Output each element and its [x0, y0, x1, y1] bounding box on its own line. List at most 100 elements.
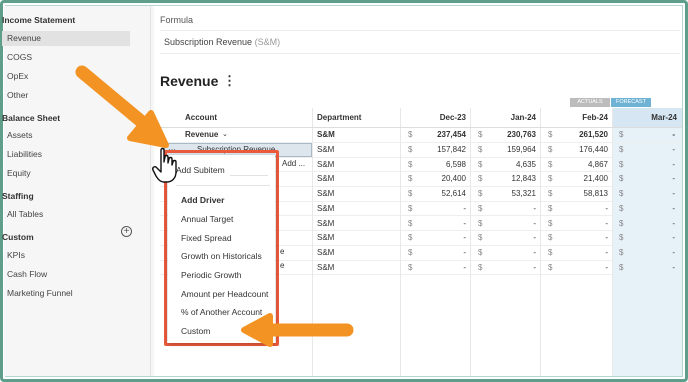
currency-sign: $	[408, 203, 413, 213]
row-mar-value: -	[672, 159, 675, 169]
sidebar-divider	[150, 6, 151, 376]
add-custom-plus-icon[interactable]: +	[121, 226, 132, 237]
menu-item-annual-target[interactable]: Annual Target	[181, 214, 233, 224]
currency-sign: $	[478, 247, 483, 257]
forecast-legend-badge: FORECAST	[611, 98, 651, 107]
menu-header-add-driver: Add Driver	[181, 195, 225, 205]
formula-label: Formula	[160, 15, 194, 25]
sidebar-item-cash-flow[interactable]: Cash Flow	[7, 269, 47, 279]
currency-sign: $	[619, 159, 624, 169]
account-revenue[interactable]: Revenue	[185, 128, 218, 142]
row-jan-value: -	[533, 203, 536, 213]
currency-sign: $	[478, 174, 483, 184]
row-department: S&M	[317, 262, 335, 272]
sidebar-item-assets[interactable]: Assets	[7, 130, 33, 140]
add-subitem-dropdown: Add Subitem Add Driver Annual Target Fix…	[168, 155, 275, 343]
sidebar-item-liabilities[interactable]: Liabilities	[7, 149, 42, 159]
sidebar-item-cogs[interactable]: COGS	[7, 52, 32, 62]
row-dec-value: 6,598	[445, 159, 466, 169]
currency-sign: $	[478, 189, 483, 199]
sidebar-item-equity[interactable]: Equity	[7, 168, 31, 178]
menu-item-fixed-spread[interactable]: Fixed Spread	[181, 233, 232, 243]
currency-sign: $	[478, 262, 483, 272]
row-department: S&M	[317, 159, 335, 169]
currency-sign: $	[548, 262, 553, 272]
currency-sign: $	[548, 218, 553, 228]
row-dec-value: -	[463, 247, 466, 257]
currency-sign: $	[619, 233, 624, 243]
currency-sign: $	[619, 247, 624, 257]
row-mar-value: -	[672, 189, 675, 199]
row-department: S&M	[317, 145, 335, 154]
row-mar-value: -	[672, 218, 675, 228]
menu-item-add-subitem[interactable]: Add Subitem	[176, 165, 225, 175]
sidebar-item-revenue[interactable]: Revenue	[2, 31, 130, 46]
currency-sign: $	[548, 174, 553, 184]
sidebar-item-all-tables[interactable]: All Tables	[7, 209, 43, 219]
menu-item-periodic-growth[interactable]: Periodic Growth	[181, 270, 241, 280]
row-dec-value: -	[463, 233, 466, 243]
currency-sign: $	[548, 145, 553, 154]
menu-item-growth-on-historicals[interactable]: Growth on Historicals	[181, 251, 262, 261]
row-feb-value: -	[605, 218, 608, 228]
currency-sign: $	[548, 189, 553, 199]
row-department: S&M	[317, 203, 335, 213]
column-separator	[540, 108, 541, 376]
row-mar-value: -	[672, 203, 675, 213]
row-dec-value: -	[463, 203, 466, 213]
row-dec-value: -	[463, 218, 466, 228]
row-mar-value: -	[672, 145, 675, 154]
row-department: S&M	[317, 247, 335, 257]
account-partial-label-3: e	[280, 261, 285, 270]
header-mar-24[interactable]: Mar-24	[613, 111, 677, 125]
sidebar-item-other[interactable]: Other	[7, 90, 28, 100]
sidebar-section-income-statement: Income Statement	[2, 15, 76, 25]
row-mar-value: -	[672, 262, 675, 272]
row-dec-value: 52,614	[441, 189, 466, 199]
row-department: S&M	[317, 218, 335, 228]
row-jan-value: -	[533, 247, 536, 257]
currency-sign: $	[619, 203, 624, 213]
kebab-menu-icon[interactable]: ⋮	[223, 73, 236, 89]
currency-sign: $	[478, 145, 483, 154]
revenue-dec: 237,454	[437, 130, 466, 139]
currency-sign: $	[619, 218, 624, 228]
revenue-mar: -	[672, 130, 675, 139]
menu-item-percent-of-another-account[interactable]: % of Another Account	[181, 307, 262, 317]
actuals-legend-badge: ACTUALS	[570, 98, 610, 107]
menu-item-custom[interactable]: Custom	[181, 326, 210, 336]
column-separator	[612, 108, 613, 376]
row-jan-value: -	[533, 262, 536, 272]
row-dec-value: -	[463, 262, 466, 272]
page-title: Revenue	[160, 73, 219, 89]
chevron-down-icon[interactable]: ⌄	[222, 128, 228, 142]
menu-item-amount-per-headcount[interactable]: Amount per Headcount	[181, 289, 268, 299]
row-feb-value: -	[605, 247, 608, 257]
header-department[interactable]: Department	[317, 111, 361, 125]
currency-sign: $	[408, 262, 413, 272]
header-dec-23[interactable]: Dec-23	[400, 111, 466, 125]
revenue-department: S&M	[317, 130, 335, 139]
currency-sign: $	[478, 159, 483, 169]
row-dec-value: 20,400	[441, 174, 466, 184]
header-account[interactable]: Account	[185, 111, 217, 125]
currency-sign: $	[408, 233, 413, 243]
row-feb-value: -	[605, 262, 608, 272]
account-partial-label: Add ...	[282, 159, 306, 168]
row-feb-value: -	[605, 233, 608, 243]
sidebar-item-kpis[interactable]: KPIs	[7, 250, 25, 260]
column-separator	[470, 108, 471, 376]
row-feb-value: 4,867	[587, 159, 608, 169]
sidebar-item-opex[interactable]: OpEx	[7, 71, 28, 81]
currency-sign: $	[408, 174, 413, 184]
header-feb-24[interactable]: Feb-24	[540, 111, 608, 125]
sidebar-item-marketing-funnel[interactable]: Marketing Funnel	[7, 288, 73, 298]
row-jan-value: 4,635	[515, 159, 536, 169]
currency-sign: $	[619, 174, 624, 184]
header-jan-24[interactable]: Jan-24	[470, 111, 536, 125]
currency-sign: $	[548, 233, 553, 243]
formula-input[interactable]: Subscription Revenue (S&M)	[160, 30, 680, 54]
currency-sign: $	[408, 159, 413, 169]
revenue-feb: 261,520	[579, 130, 608, 139]
row-feb-value: 176,440	[579, 145, 608, 154]
